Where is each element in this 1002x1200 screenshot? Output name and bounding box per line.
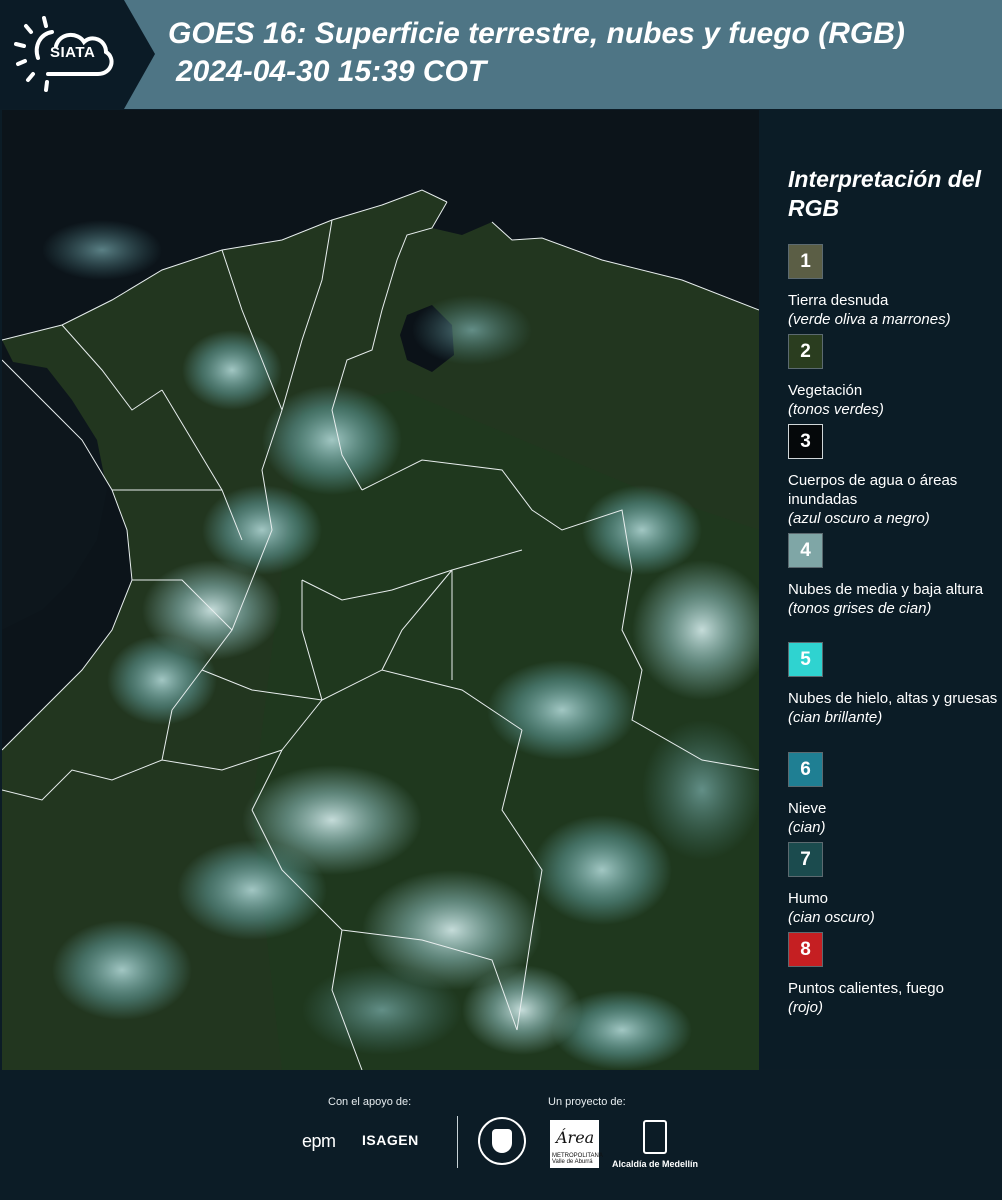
legend-note: (tonos verdes) (788, 401, 884, 418)
legend-swatch: 7 (788, 842, 823, 877)
legend-note: (verde oliva a marrones) (788, 311, 951, 328)
header-bar: SIATA GOES 16: Superficie terrestre, nub… (0, 0, 1002, 109)
legend-item-fire: 8 Puntos calientes, fuego (rojo) (788, 932, 998, 1017)
legend-swatch: 5 (788, 642, 823, 677)
legend-swatch: 6 (788, 752, 823, 787)
legend-label: Nubes de media y baja altura (788, 581, 984, 598)
area-logo-text: Área (556, 1128, 595, 1147)
legend-item-water: 3 Cuerpos de agua o áreas inundadas (azu… (788, 424, 998, 528)
legend-label: Cuerpos de agua o áreas inundadas (788, 472, 958, 508)
medellin-logo-text: Alcaldía de Medellín (612, 1159, 699, 1169)
legend-item-vegetation: 2 Vegetación (tonos verdes) (788, 334, 998, 419)
satellite-map (2, 110, 759, 1070)
page-title: GOES 16: Superficie terrestre, nubes y f… (168, 17, 905, 50)
siata-logo-text: SIATA (50, 44, 96, 61)
legend-title: Interpretación del RGB (788, 166, 981, 221)
isagen-logo: ISAGEN (362, 1132, 419, 1148)
legend-note: (azul oscuro a negro) (788, 510, 930, 527)
footer: Con el apoyo de: Un proyecto de: epm ISA… (0, 1070, 1002, 1200)
legend-swatch: 4 (788, 533, 823, 568)
university-seal-icon (478, 1117, 526, 1165)
legend-swatch: 1 (788, 244, 823, 279)
legend-panel: Interpretación del RGB 1 Tierra desnuda … (760, 109, 1002, 1069)
legend-swatch: 2 (788, 334, 823, 369)
support-label: Con el apoyo de: (328, 1096, 412, 1108)
area-metropolitana-logo: Área METROPOLITANA Valle de Aburrá (550, 1120, 603, 1168)
area-logo-subtext: METROPOLITANA Valle de Aburrá (552, 1153, 603, 1165)
legend-note: (cian) (788, 819, 826, 836)
project-label: Un proyecto de: (548, 1096, 626, 1108)
legend-label: Tierra desnuda (788, 292, 889, 309)
legend-swatch: 3 (788, 424, 823, 459)
page-timestamp: 2024-04-30 15:39 COT (176, 55, 487, 88)
legend-item-mid-low-clouds: 4 Nubes de media y baja altura (tonos gr… (788, 533, 998, 618)
legend-label: Humo (788, 890, 829, 907)
epm-logo: epm (302, 1131, 336, 1151)
legend-item-snow: 6 Nieve (cian) (788, 752, 998, 837)
legend-label: Nieve (788, 800, 827, 817)
legend-item-smoke: 7 Humo (cian oscuro) (788, 842, 998, 927)
legend-note: (cian brillante) (788, 709, 883, 726)
legend-label: Nubes de hielo, altas y gruesas (788, 690, 998, 707)
logo-panel: SIATA (0, 0, 155, 109)
legend-label: Puntos calientes, fuego (788, 980, 944, 997)
legend-item-bare-land: 1 Tierra desnuda (verde oliva a marrones… (788, 244, 998, 329)
legend-swatch: 8 (788, 932, 823, 967)
medellin-shield-icon (643, 1120, 667, 1154)
legend-note: (rojo) (788, 999, 824, 1016)
legend-note: (cian oscuro) (788, 909, 875, 926)
legend-label: Vegetación (788, 382, 863, 399)
satellite-map-image (2, 110, 759, 1070)
legend-note: (tonos grises de cian) (788, 600, 932, 617)
footer-divider (457, 1116, 458, 1168)
legend-item-ice-clouds: 5 Nubes de hielo, altas y gruesas (cian … (788, 642, 998, 727)
